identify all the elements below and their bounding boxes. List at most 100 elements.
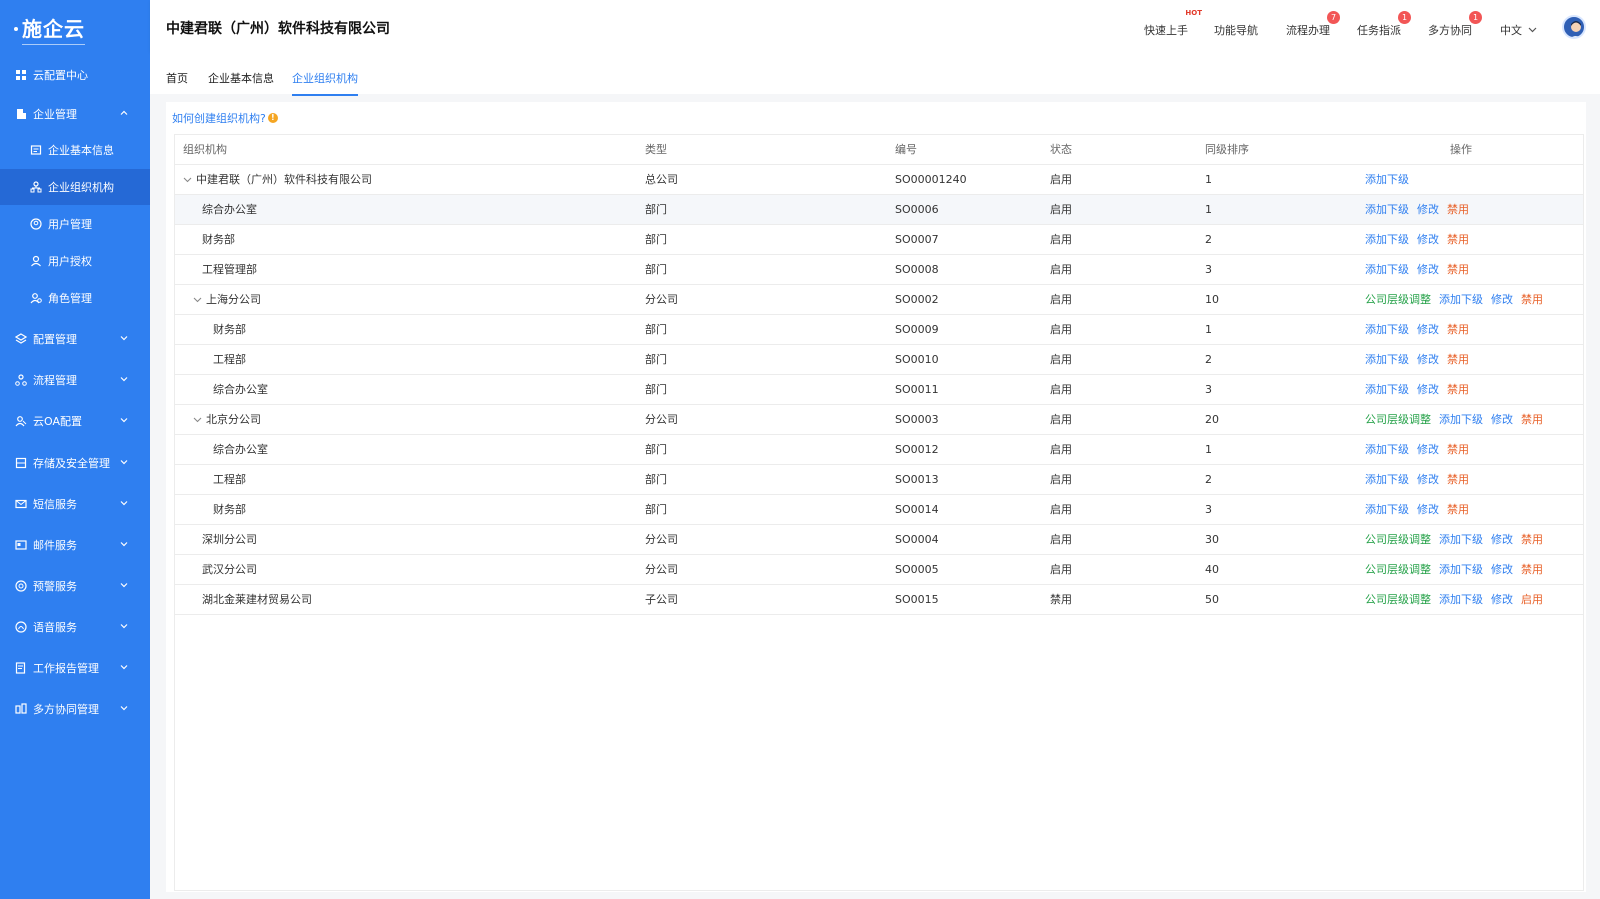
expand-toggle [118,497,130,509]
table-row[interactable]: 综合办公室 部门 SO0012 启用 1 添加下级 修改 禁用 [175,435,1583,465]
add-child-link[interactable]: 添加下级 [1439,533,1483,546]
add-child-link[interactable]: 添加下级 [1439,413,1483,426]
disable-link[interactable]: 禁用 [1447,383,1469,396]
header-nav-item-5[interactable]: 多方协同 1 [1428,11,1482,38]
add-child-link[interactable]: 添加下级 [1365,503,1409,516]
header-nav-item-2[interactable]: 功能导航 [1214,22,1258,38]
edit-link[interactable]: 修改 [1417,323,1439,336]
edit-link[interactable]: 修改 [1417,503,1439,516]
table-row[interactable]: 中建君联（广州）软件科技有限公司 总公司 SO00001240 启用 1 添加下级 [175,165,1583,195]
disable-link[interactable]: 禁用 [1521,413,1543,426]
table-row[interactable]: 深圳分公司 分公司 SO0004 启用 30 公司层级调整 添加下级 修改 禁用 [175,525,1583,555]
table-row[interactable]: 财务部 部门 SO0014 启用 3 添加下级 修改 禁用 [175,495,1583,525]
edit-link[interactable]: 修改 [1417,233,1439,246]
edit-link[interactable]: 修改 [1491,293,1513,306]
table-row[interactable]: 工程部 部门 SO0010 启用 2 添加下级 修改 禁用 [175,345,1583,375]
sidebar-item-7[interactable]: 角色管理 [0,280,150,316]
sidebar-item-8[interactable]: 配置管理 [0,321,150,357]
edit-link[interactable]: 修改 [1417,353,1439,366]
sidebar-item-15[interactable]: 语音服务 [0,609,150,645]
edit-link[interactable]: 修改 [1417,473,1439,486]
expand-caret[interactable] [193,286,203,316]
sidebar-item-11[interactable]: 存储及安全管理 [0,445,150,481]
org-name-cell: 财务部 [183,315,246,345]
adjust-level-link[interactable]: 公司层级调整 [1365,413,1431,426]
disable-link[interactable]: 禁用 [1521,563,1543,576]
sidebar-item-14[interactable]: 预警服务 [0,568,150,604]
sidebar-item-17[interactable]: 多方协同管理 [0,691,150,727]
help-link[interactable]: 如何创建组织机构? ! [172,110,278,126]
expand-caret[interactable] [193,406,203,436]
add-child-link[interactable]: 添加下级 [1365,473,1409,486]
sidebar-item-2[interactable]: 企业管理 [0,96,150,132]
edit-link[interactable]: 修改 [1417,263,1439,276]
disable-link[interactable]: 禁用 [1447,353,1469,366]
table-row[interactable]: 武汉分公司 分公司 SO0005 启用 40 公司层级调整 添加下级 修改 禁用 [175,555,1583,585]
disable-link[interactable]: 禁用 [1447,443,1469,456]
add-child-link[interactable]: 添加下级 [1365,203,1409,216]
add-child-link[interactable]: 添加下级 [1365,233,1409,246]
top-header: 中建君联（广州）软件科技有限公司 快速上手 HOT 功能导航 流程办理 7 任务指派 1 多方… [150,0,1600,52]
disable-link[interactable]: 禁用 [1521,533,1543,546]
sidebar-item-5[interactable]: 用户管理 [0,206,150,242]
disable-link[interactable]: 禁用 [1447,203,1469,216]
table-row[interactable]: 综合办公室 部门 SO0011 启用 3 添加下级 修改 禁用 [175,375,1583,405]
add-child-link[interactable]: 添加下级 [1365,443,1409,456]
logo[interactable]: 施企云 [0,0,150,58]
disable-link[interactable]: 禁用 [1447,323,1469,336]
header-nav-item-3[interactable]: 流程办理 7 [1286,11,1340,38]
sidebar-item-1[interactable]: 云配置中心 [0,57,150,93]
disable-link[interactable]: 禁用 [1521,293,1543,306]
sidebar-item-13[interactable]: 邮件服务 [0,527,150,563]
table-row[interactable]: 财务部 部门 SO0007 启用 2 添加下级 修改 禁用 [175,225,1583,255]
adjust-level-link[interactable]: 公司层级调整 [1365,563,1431,576]
disable-link[interactable]: 禁用 [1447,263,1469,276]
sidebar-item-6[interactable]: 用户授权 [0,243,150,279]
language-select[interactable]: 中文 [1500,22,1537,38]
adjust-level-link[interactable]: 公司层级调整 [1365,533,1431,546]
edit-link[interactable]: 修改 [1417,203,1439,216]
edit-link[interactable]: 修改 [1417,383,1439,396]
user-avatar[interactable] [1562,15,1586,39]
disable-link[interactable]: 禁用 [1447,503,1469,516]
sidebar-item-9[interactable]: 流程管理 [0,362,150,398]
expand-caret[interactable] [183,166,193,196]
header-nav-item-1[interactable]: 快速上手 HOT [1144,9,1202,38]
add-child-link[interactable]: 添加下级 [1365,353,1409,366]
add-child-link[interactable]: 添加下级 [1439,563,1483,576]
sidebar-item-4[interactable]: 企业组织机构 [0,169,150,205]
table-row[interactable]: 北京分公司 分公司 SO0003 启用 20 公司层级调整 添加下级 修改 禁用 [175,405,1583,435]
add-child-link[interactable]: 添加下级 [1439,293,1483,306]
add-child-link[interactable]: 添加下级 [1365,323,1409,336]
edit-link[interactable]: 修改 [1491,563,1513,576]
add-child-link[interactable]: 添加下级 [1365,263,1409,276]
sidebar-item-12[interactable]: 短信服务 [0,486,150,522]
org-sort: 3 [1205,383,1212,396]
edit-link[interactable]: 修改 [1491,413,1513,426]
table-row[interactable]: 湖北金莱建材贸易公司 子公司 SO0015 禁用 50 公司层级调整 添加下级 修改 启用 [175,585,1583,615]
sidebar-item-16[interactable]: 工作报告管理 [0,650,150,686]
header-nav-item-4[interactable]: 任务指派 1 [1357,11,1411,38]
tab-3[interactable]: 企业组织机构 [292,70,358,96]
add-child-link[interactable]: 添加下级 [1365,383,1409,396]
table-row[interactable]: 工程部 部门 SO0013 启用 2 添加下级 修改 禁用 [175,465,1583,495]
add-child-link[interactable]: 添加下级 [1439,593,1483,606]
table-row[interactable]: 工程管理部 部门 SO0008 启用 3 添加下级 修改 禁用 [175,255,1583,285]
add-child-link[interactable]: 添加下级 [1365,173,1409,186]
disable-link[interactable]: 禁用 [1447,473,1469,486]
table-row[interactable]: 财务部 部门 SO0009 启用 1 添加下级 修改 禁用 [175,315,1583,345]
sidebar-item-3[interactable]: 企业基本信息 [0,132,150,168]
edit-link[interactable]: 修改 [1417,443,1439,456]
tab-1[interactable]: 首页 [166,70,188,94]
disable-link[interactable]: 禁用 [1447,233,1469,246]
table-row[interactable]: 上海分公司 分公司 SO0002 启用 10 公司层级调整 添加下级 修改 禁用 [175,285,1583,315]
edit-link[interactable]: 修改 [1491,593,1513,606]
tab-2[interactable]: 企业基本信息 [208,70,274,94]
layers-icon [15,333,27,344]
sidebar-item-10[interactable]: 云OA配置 [0,403,150,439]
table-row[interactable]: 综合办公室 部门 SO0006 启用 1 添加下级 修改 禁用 [175,195,1583,225]
adjust-level-link[interactable]: 公司层级调整 [1365,293,1431,306]
enable-link[interactable]: 启用 [1521,593,1543,606]
adjust-level-link[interactable]: 公司层级调整 [1365,593,1431,606]
edit-link[interactable]: 修改 [1491,533,1513,546]
